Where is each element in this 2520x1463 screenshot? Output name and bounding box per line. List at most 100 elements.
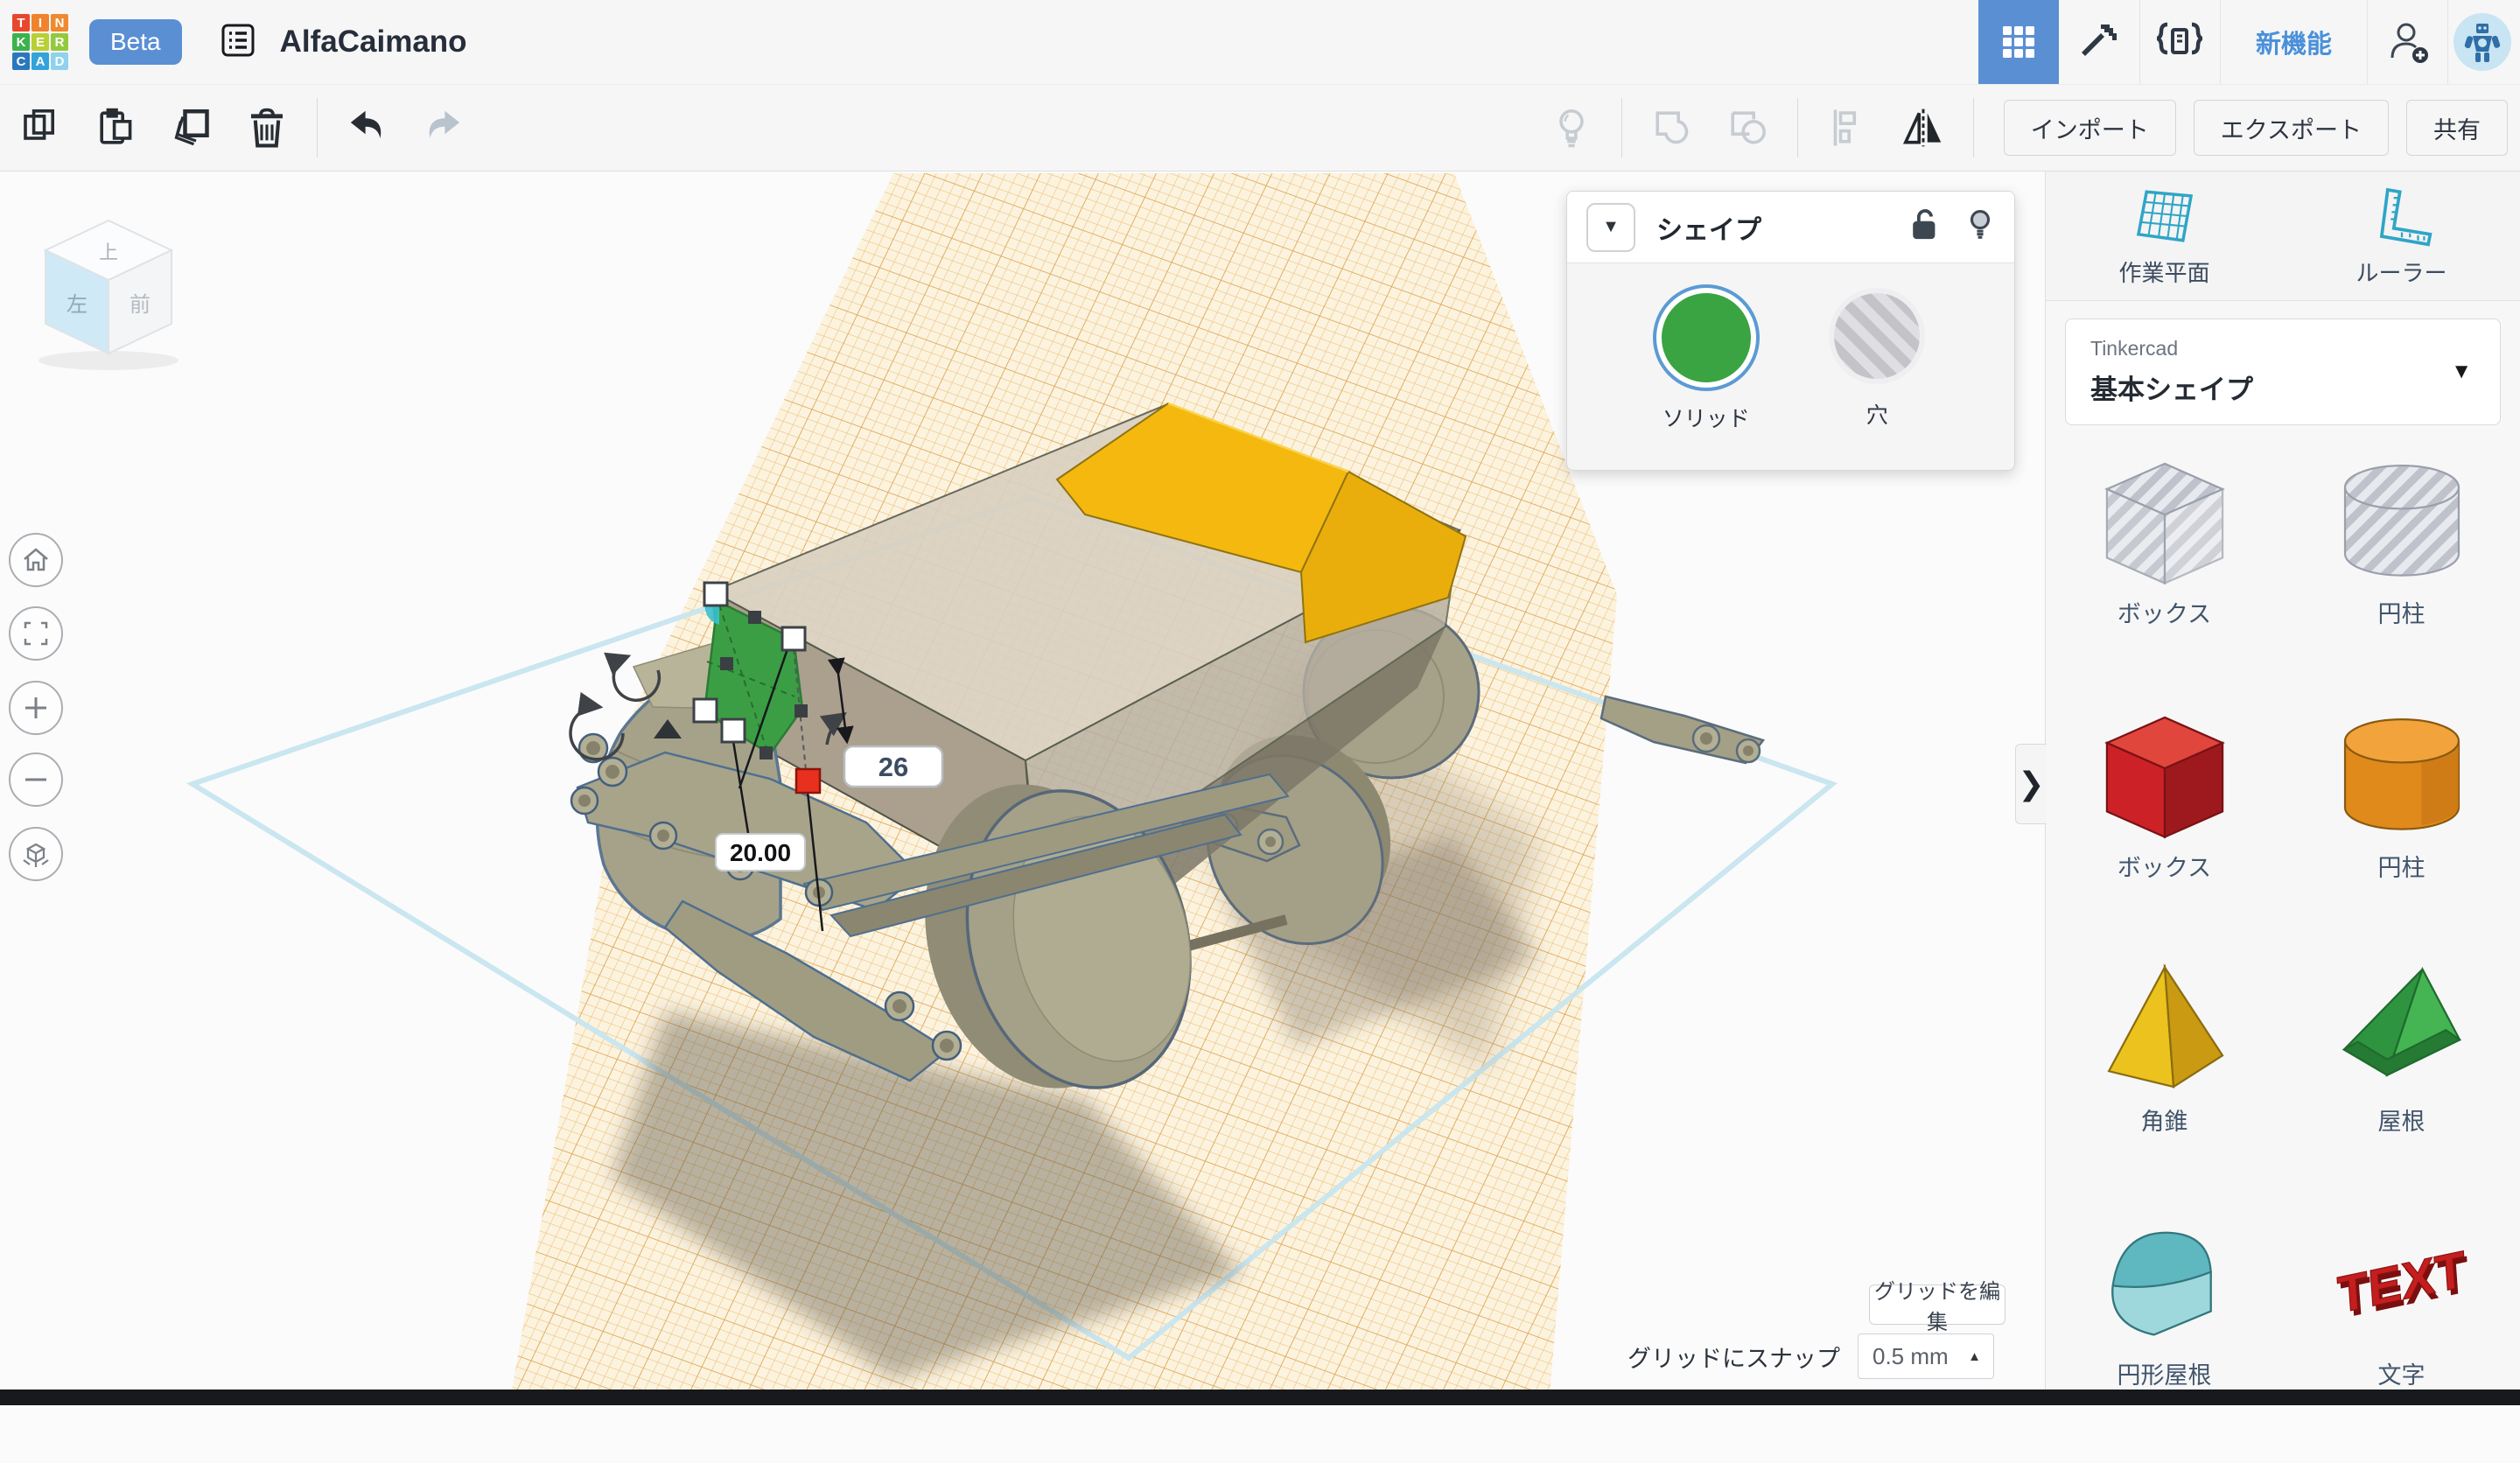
redo-button[interactable] xyxy=(414,99,472,157)
workplane-tool[interactable]: 作業平面 xyxy=(2046,172,2283,300)
view-cube[interactable]: 上 左 前 xyxy=(38,220,178,370)
home-icon xyxy=(21,545,51,575)
solid-option[interactable]: ソリッド xyxy=(1662,293,1751,433)
tinkercad-logo[interactable]: T I N K E R C A D xyxy=(12,14,68,70)
red-box-icon xyxy=(2091,702,2238,849)
dashboard-button[interactable] xyxy=(1978,0,2059,84)
adjust-button[interactable] xyxy=(1543,99,1600,157)
svg-text:左: 左 xyxy=(66,293,88,317)
fit-view-button[interactable] xyxy=(9,606,63,661)
bottom-edge-bar xyxy=(0,1390,2520,1405)
trash-icon xyxy=(247,107,287,149)
shape-library-dropdown[interactable]: Tinkercad 基本シェイプ ▼ xyxy=(2065,318,2501,425)
striped-box-icon xyxy=(2091,448,2238,595)
share-button[interactable]: 共有 xyxy=(2406,100,2508,156)
solid-color-swatch xyxy=(1662,293,1751,382)
undo-icon xyxy=(346,108,388,147)
chevron-up-icon: ▲ xyxy=(1968,1349,1981,1364)
rear-right-arm[interactable] xyxy=(1601,696,1763,763)
striped-cylinder-icon xyxy=(2328,448,2475,595)
orange-cylinder-icon xyxy=(2328,702,2475,849)
bulb-icon xyxy=(1965,208,1995,242)
logo-tile: C xyxy=(12,52,30,70)
undo-button[interactable] xyxy=(339,99,396,157)
logo-tile: T xyxy=(12,14,30,32)
fit-view-icon xyxy=(22,620,50,648)
design-properties-button[interactable] xyxy=(219,21,257,64)
lock-button[interactable] xyxy=(1909,208,1941,246)
ungroup-button[interactable] xyxy=(1718,99,1776,157)
snap-grid-label: グリッドにスナップ xyxy=(1628,1340,1840,1374)
shape-tile-label: 円柱 xyxy=(2378,595,2426,629)
mirror-button[interactable] xyxy=(1894,99,1952,157)
delete-button[interactable] xyxy=(238,99,296,157)
shape-tile-roof[interactable]: 屋根 xyxy=(2283,956,2520,1209)
paste-button[interactable] xyxy=(88,99,145,157)
logo-tile: D xyxy=(51,52,68,70)
edit-grid-button[interactable]: グリッドを編集 xyxy=(1869,1284,2006,1325)
toolbar-separator xyxy=(1797,98,1798,158)
group-icon xyxy=(1651,107,1693,149)
snap-grid-select[interactable]: 0.5 mm ▲ xyxy=(1858,1334,1994,1379)
shape-tile-text[interactable]: TEXT TEXT 文字 xyxy=(2283,1209,2520,1463)
copy-icon xyxy=(20,107,62,149)
dashboard-grid-icon xyxy=(1999,23,2038,61)
hide-button[interactable] xyxy=(1965,208,1995,246)
export-button[interactable]: エクスポート xyxy=(2194,100,2389,156)
home-view-button[interactable] xyxy=(9,533,63,587)
collapse-panel-button[interactable]: ▼ xyxy=(1586,203,1635,252)
unlock-icon xyxy=(1909,208,1941,242)
redo-icon xyxy=(422,108,464,147)
shape-tile-label: ボックス xyxy=(2118,849,2211,883)
duplicate-button[interactable] xyxy=(163,99,220,157)
zoom-in-button[interactable] xyxy=(9,681,63,735)
height-handle-red[interactable] xyxy=(796,769,820,793)
import-button[interactable]: インポート xyxy=(2004,100,2176,156)
duplicate-icon xyxy=(170,106,214,150)
ungroup-icon xyxy=(1726,107,1768,149)
sidebar-collapse-tab[interactable]: ❯ xyxy=(2015,744,2047,824)
shape-tile-label: 角錐 xyxy=(2141,1102,2188,1137)
shape-tile-round-roof[interactable]: 円形屋根 xyxy=(2046,1209,2283,1463)
svg-text:前: 前 xyxy=(130,293,150,317)
chevron-right-icon: ❯ xyxy=(2018,766,2044,802)
shape-grid: ボックス 円柱 ボックス 円柱 xyxy=(2046,430,2520,1463)
shape-tile-label: 円形屋根 xyxy=(2118,1356,2212,1390)
design-title[interactable]: AlfaCaimano xyxy=(280,24,467,60)
edit-toolbar: インポート エクスポート 共有 xyxy=(0,84,2520,172)
shape-panel-title: シェイプ xyxy=(1656,208,1761,247)
shape-tile-pyramid[interactable]: 角錐 xyxy=(2046,956,2283,1209)
green-roof-icon xyxy=(2328,956,2475,1102)
minecraft-export-button[interactable] xyxy=(2059,0,2139,84)
yellow-pyramid-icon xyxy=(2091,956,2238,1102)
shape-tile-cylinder-hole[interactable]: 円柱 xyxy=(2283,448,2520,702)
toolbar-separator xyxy=(1973,98,1974,158)
workplane-icon xyxy=(2132,184,2197,248)
shape-inspector-panel: ▼ シェイプ ソリッド 穴 xyxy=(1566,191,2015,471)
shape-tile-box-hole[interactable]: ボックス xyxy=(2046,448,2283,702)
cyan-round-roof-icon xyxy=(2091,1209,2238,1356)
account-menu[interactable] xyxy=(2447,0,2520,84)
new-features-link[interactable]: 新機能 xyxy=(2220,0,2367,84)
pickaxe-icon xyxy=(2078,21,2120,63)
codeblocks-button[interactable] xyxy=(2139,0,2220,84)
solid-label: ソリッド xyxy=(1662,402,1750,433)
hole-option[interactable]: 穴 xyxy=(1834,293,1920,430)
perspective-toggle-button[interactable] xyxy=(9,827,63,881)
dimension-width-label[interactable]: 20.00 xyxy=(716,834,805,871)
zoom-out-button[interactable] xyxy=(9,752,63,807)
ruler-tool[interactable]: ルーラー xyxy=(2283,172,2520,300)
copy-button[interactable] xyxy=(12,99,70,157)
shape-tile-cylinder[interactable]: 円柱 xyxy=(2283,702,2520,956)
snap-grid-value: 0.5 mm xyxy=(1872,1343,1949,1370)
logo-tile: K xyxy=(12,33,30,51)
dimension-depth-label[interactable]: 26 xyxy=(844,746,942,787)
beta-badge: Beta xyxy=(89,19,182,65)
group-button[interactable] xyxy=(1643,99,1701,157)
avatar xyxy=(2454,13,2511,71)
align-button[interactable] xyxy=(1819,99,1877,157)
shape-tile-box[interactable]: ボックス xyxy=(2046,702,2283,956)
shapes-sidebar: 作業平面 ルーラー Tinkercad 基本シェイプ ▼ ボックス 円柱 xyxy=(2045,172,2520,1405)
mirror-icon xyxy=(1901,107,1945,149)
invite-button[interactable] xyxy=(2367,0,2447,84)
